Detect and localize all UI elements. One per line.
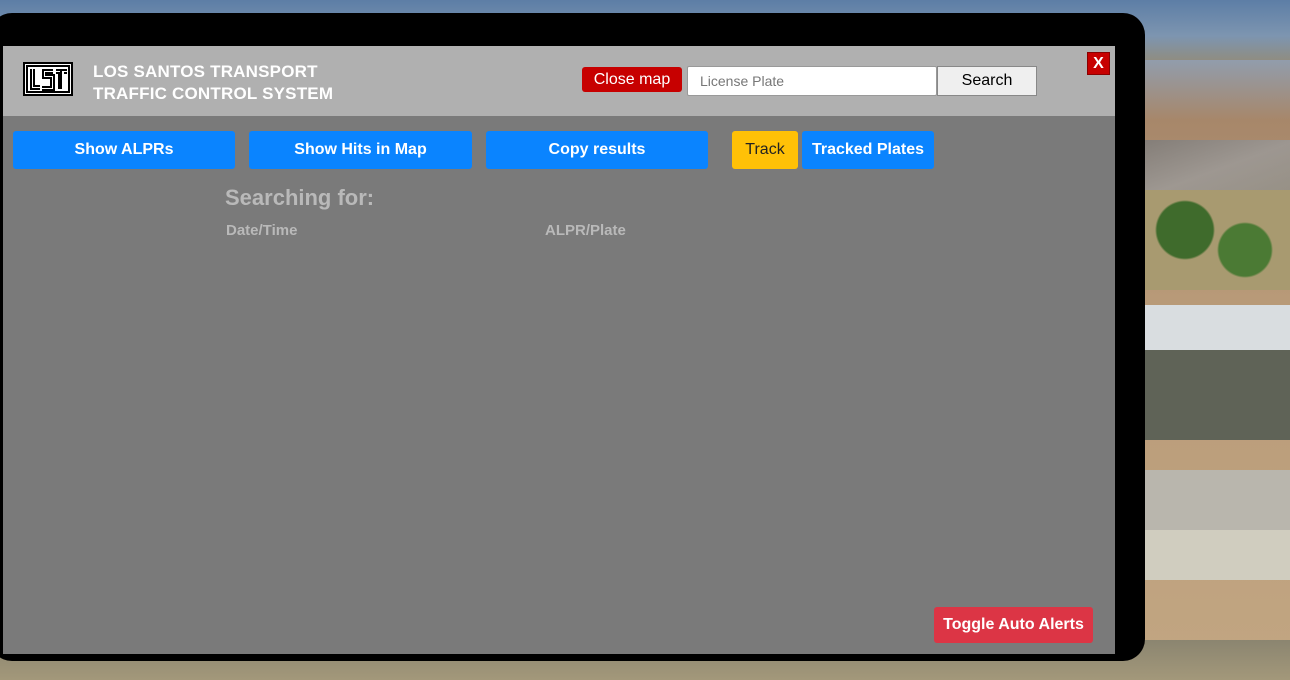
show-hits-in-map-button[interactable]: Show Hits in Map xyxy=(249,131,472,169)
toggle-auto-alerts-button[interactable]: Toggle Auto Alerts xyxy=(934,607,1093,643)
license-plate-input[interactable] xyxy=(687,66,937,96)
column-header-alpr-plate: ALPR/Plate xyxy=(545,222,626,239)
tablet-frame: LOS SANTOS TRANSPORT TRAFFIC CONTROL SYS… xyxy=(0,13,1145,661)
lst-logo-icon xyxy=(23,62,73,96)
tablet-screen: LOS SANTOS TRANSPORT TRAFFIC CONTROL SYS… xyxy=(3,46,1115,654)
app-title-line1: LOS SANTOS TRANSPORT xyxy=(93,62,318,81)
app-title-line2: TRAFFIC CONTROL SYSTEM xyxy=(93,84,334,103)
searching-for-label: Searching for: xyxy=(225,185,375,210)
copy-results-button[interactable]: Copy results xyxy=(486,131,708,169)
game-background-trees xyxy=(1140,190,1290,290)
game-background-barn xyxy=(1145,305,1290,440)
app-header: LOS SANTOS TRANSPORT TRAFFIC CONTROL SYS… xyxy=(3,46,1115,116)
close-map-button[interactable]: Close map xyxy=(582,67,682,92)
show-alprs-button[interactable]: Show ALPRs xyxy=(13,131,235,169)
search-button[interactable]: Search xyxy=(937,66,1037,96)
app-title: LOS SANTOS TRANSPORT TRAFFIC CONTROL SYS… xyxy=(93,61,333,105)
game-background-shed xyxy=(1145,470,1290,580)
column-header-datetime: Date/Time xyxy=(226,222,298,239)
track-button[interactable]: Track xyxy=(732,131,798,169)
tracked-plates-button[interactable]: Tracked Plates xyxy=(802,131,934,169)
close-window-button[interactable]: X xyxy=(1087,52,1110,75)
